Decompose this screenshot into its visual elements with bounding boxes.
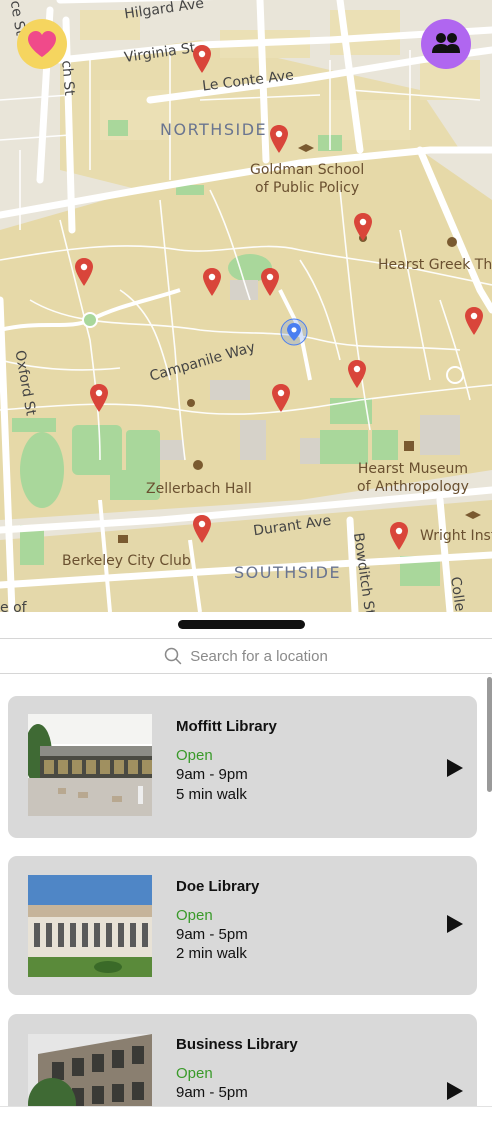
area-label-northside: NORTHSIDE bbox=[160, 120, 268, 139]
location-pin-icon[interactable] bbox=[191, 514, 213, 544]
library-name: Business Library bbox=[176, 1036, 298, 1053]
location-pin-icon[interactable] bbox=[463, 306, 485, 336]
library-card-doe[interactable]: Doe Library Open 9am - 5pm 2 min walk bbox=[8, 856, 477, 995]
street-label-left-bottom: e of bbox=[0, 600, 27, 612]
favorites-button[interactable] bbox=[17, 19, 67, 69]
open-status: Open bbox=[176, 907, 213, 924]
navigate-button[interactable] bbox=[446, 914, 464, 934]
place-label-hearst-museum: Hearst Museum of Anthropology bbox=[357, 461, 469, 495]
location-pin-icon[interactable] bbox=[268, 124, 290, 154]
open-status: Open bbox=[176, 1065, 213, 1082]
location-pin-icon[interactable] bbox=[352, 212, 374, 242]
place-label-wright: Wright Inst bbox=[420, 528, 492, 544]
library-photo bbox=[28, 1034, 152, 1106]
location-pin-icon[interactable] bbox=[388, 521, 410, 551]
library-name: Doe Library bbox=[176, 878, 260, 895]
location-pin-icon[interactable] bbox=[73, 257, 95, 287]
location-pin-icon[interactable] bbox=[201, 267, 223, 297]
library-name: Moffitt Library bbox=[176, 718, 277, 735]
app: Hilgard Ave Virginia St Le Conte Ave ce … bbox=[0, 0, 492, 1126]
open-status: Open bbox=[176, 747, 213, 764]
street-label-left-top-2: ch St bbox=[58, 59, 78, 97]
list-scrollbar[interactable] bbox=[487, 677, 492, 792]
location-search-bar[interactable]: Search for a location bbox=[0, 638, 492, 674]
place-label-city-club: Berkeley City Club bbox=[62, 553, 191, 569]
library-photo bbox=[28, 714, 152, 816]
people-icon bbox=[432, 33, 460, 53]
place-label-hearst-greek: Hearst Greek The bbox=[378, 257, 492, 273]
location-pin-icon[interactable] bbox=[88, 383, 110, 413]
library-hours: 9am - 9pm bbox=[176, 766, 248, 783]
library-photo bbox=[28, 875, 152, 977]
search-input[interactable]: Search for a location bbox=[190, 648, 328, 665]
place-label-goldman: Goldman School of Public Policy bbox=[250, 162, 365, 196]
location-pin-icon[interactable] bbox=[259, 267, 281, 297]
friends-button[interactable] bbox=[421, 19, 471, 69]
bottom-divider bbox=[0, 1106, 492, 1107]
place-label-zellerbach: Zellerbach Hall bbox=[146, 481, 252, 497]
location-pin-icon[interactable] bbox=[346, 359, 368, 389]
walk-time: 5 min walk bbox=[176, 786, 247, 803]
campus-map[interactable]: Hilgard Ave Virginia St Le Conte Ave ce … bbox=[0, 0, 492, 612]
library-card-moffitt[interactable]: Moffitt Library Open 9am - 9pm 5 min wal… bbox=[8, 696, 477, 838]
area-label-southside: SOUTHSIDE bbox=[234, 563, 342, 582]
library-card-business[interactable]: Business Library Open 9am - 5pm bbox=[8, 1014, 477, 1106]
location-pin-icon[interactable] bbox=[270, 383, 292, 413]
navigate-button[interactable] bbox=[446, 1081, 464, 1101]
library-hours: 9am - 5pm bbox=[176, 926, 248, 943]
location-pin-icon[interactable] bbox=[191, 44, 213, 74]
heart-icon bbox=[28, 31, 56, 57]
navigate-button[interactable] bbox=[446, 758, 464, 778]
search-icon bbox=[164, 647, 182, 665]
sheet-drag-handle[interactable] bbox=[178, 620, 305, 629]
current-location-icon bbox=[280, 318, 308, 346]
walk-time: 2 min walk bbox=[176, 945, 247, 962]
library-hours: 9am - 5pm bbox=[176, 1084, 248, 1101]
library-list[interactable]: Moffitt Library Open 9am - 9pm 5 min wal… bbox=[0, 690, 492, 1106]
